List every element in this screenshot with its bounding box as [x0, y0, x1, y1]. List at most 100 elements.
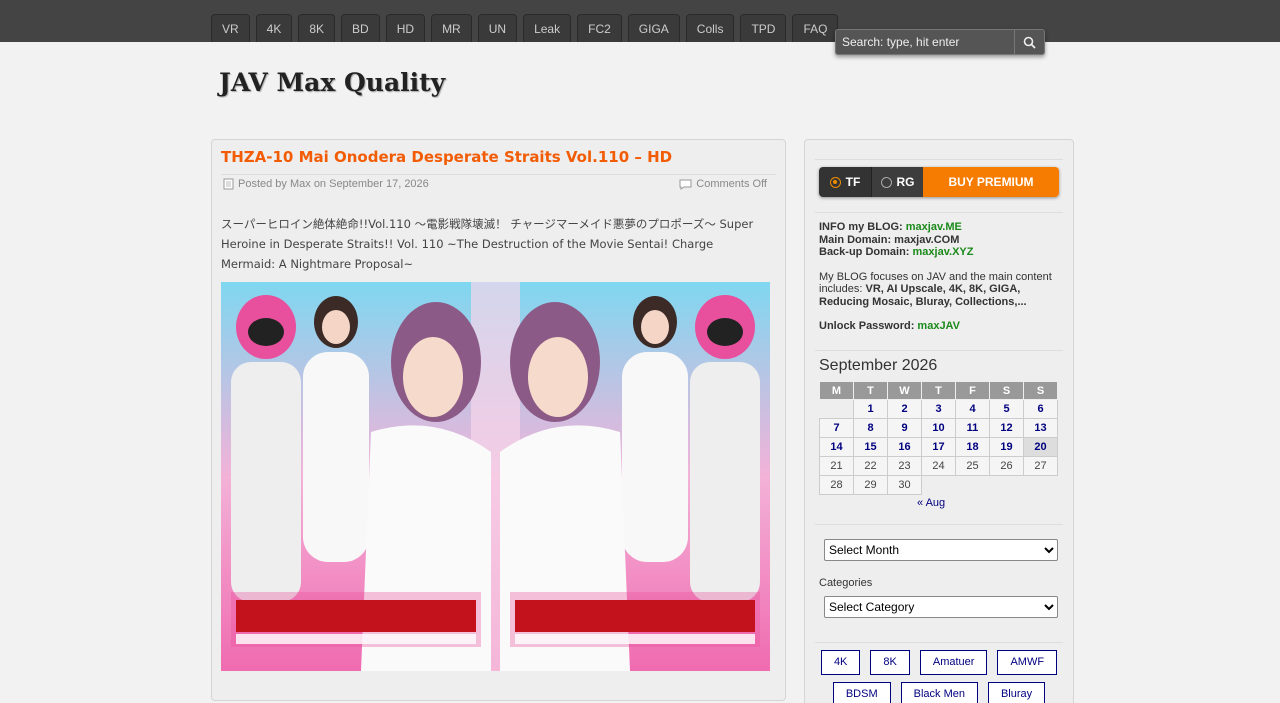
calendar-day[interactable]: 13 — [1023, 418, 1058, 438]
toggle-rg[interactable]: RG — [871, 167, 923, 197]
calendar-empty-cell — [956, 476, 990, 495]
calendar-day[interactable]: 11 — [955, 418, 990, 438]
server-toggle: TF RG BUY PREMIUM — [819, 167, 1059, 197]
radio-icon — [880, 176, 892, 188]
buy-premium-button[interactable]: BUY PREMIUM — [923, 167, 1059, 197]
calendar-day[interactable]: 8 — [853, 418, 888, 438]
comments-status: Comments Off — [696, 178, 767, 190]
calendar-day[interactable]: 3 — [921, 399, 956, 419]
calendar-day[interactable]: 19 — [989, 437, 1024, 457]
calendar-day[interactable]: 7 — [819, 418, 854, 438]
calendar-day[interactable]: 17 — [921, 437, 956, 457]
calendar-day[interactable]: 15 — [853, 437, 888, 457]
calendar-day[interactable]: 16 — [887, 437, 922, 457]
divider — [815, 642, 1063, 643]
blog-link[interactable]: maxjav.ME — [906, 221, 962, 233]
backup-label: Back-up Domain: — [819, 246, 913, 258]
document-icon — [223, 178, 234, 190]
post-card: THZA-10 Mai Onodera Desperate Straits Vo… — [211, 139, 786, 701]
nav-item-tpd[interactable]: TPD — [740, 14, 787, 42]
toggle-tf-label: TF — [845, 175, 861, 189]
calendar-day[interactable]: 14 — [819, 437, 854, 457]
nav-item-4k[interactable]: 4K — [255, 14, 293, 42]
calendar-day[interactable]: 6 — [1023, 399, 1058, 419]
calendar-day[interactable]: 9 — [887, 418, 922, 438]
divider — [815, 524, 1063, 525]
comment-icon — [679, 179, 692, 190]
cover-art — [221, 282, 770, 671]
categories-label: Categories — [819, 577, 873, 589]
tag-amatuer[interactable]: Amatuer — [919, 650, 988, 675]
calendar-weekday: S — [989, 381, 1024, 400]
nav-item-giga[interactable]: GIGA — [627, 14, 680, 42]
calendar-day: 26 — [989, 456, 1024, 476]
calendar-day: 23 — [887, 456, 922, 476]
calendar-day[interactable]: 4 — [955, 399, 990, 419]
site-title[interactable]: JAV Max Quality — [219, 68, 445, 97]
divider — [815, 350, 1063, 351]
nav-item-8k[interactable]: 8K — [298, 14, 336, 42]
calendar-weekday: T — [853, 381, 888, 400]
calendar-weekday: F — [955, 381, 990, 400]
radio-selected-icon — [829, 176, 841, 188]
search-button[interactable] — [1014, 30, 1044, 54]
calendar-prev-link[interactable]: « Aug — [917, 497, 945, 509]
tag-amwf[interactable]: AMWF — [997, 650, 1058, 675]
calendar-empty-cell — [990, 476, 1024, 495]
calendar-day: 24 — [921, 456, 956, 476]
tag-8k[interactable]: 8K — [870, 650, 910, 675]
calendar-title: September 2026 — [819, 357, 938, 374]
calendar-day[interactable]: 18 — [955, 437, 990, 457]
calendar-day[interactable]: 2 — [887, 399, 922, 419]
calendar-day[interactable]: 1 — [853, 399, 888, 419]
sidebar: TF RG BUY PREMIUM INFO my BLOG: maxjav.M… — [804, 139, 1074, 703]
main-nav: VR 4K 8K BD HD MR UN Leak FC2 GIGA Colls TPD FAQ — [211, 14, 839, 42]
main-domain: Main Domain: maxjav.COM — [819, 233, 960, 246]
category-select[interactable]: Select Category — [824, 596, 1058, 618]
nav-item-bd[interactable]: BD — [341, 14, 380, 42]
nav-item-mr[interactable]: MR — [431, 14, 472, 42]
nav-item-un[interactable]: UN — [477, 14, 518, 42]
nav-item-fc2[interactable]: FC2 — [577, 14, 622, 42]
calendar-weekday: S — [1023, 381, 1058, 400]
nav-item-colls[interactable]: Colls — [685, 14, 735, 42]
calendar-day[interactable]: 12 — [989, 418, 1024, 438]
post-meta: Posted by Max on September 17, 2026 — [223, 178, 429, 190]
archive-select[interactable]: Select Month — [824, 539, 1058, 561]
calendar-day: 30 — [887, 475, 922, 495]
calendar-day: 27 — [1023, 456, 1058, 476]
calendar-weekday: M — [819, 381, 854, 400]
calendar: MTWTFSS 1 2 3 4 5 6 7 8 9 10 11 12 13 14 15 16 17 18 19 20 2… — [819, 381, 1058, 495]
post-description: スーパーヒロイン絶体絶命!!Vol.110 ～電影戦隊壊滅！ チャージマーメイド… — [221, 217, 754, 271]
calendar-day[interactable]: 20 — [1023, 437, 1058, 457]
backup-link[interactable]: maxjav.XYZ — [913, 246, 974, 258]
tag-4k[interactable]: 4K — [820, 650, 861, 675]
calendar-day[interactable]: 10 — [921, 418, 956, 438]
unlock-label: Unlock Password: — [819, 320, 918, 332]
calendar-weekday: T — [921, 381, 956, 400]
nav-item-vr[interactable]: VR — [211, 14, 250, 42]
calendar-empty-cell — [1024, 476, 1058, 495]
divider — [221, 174, 776, 175]
calendar-day: 25 — [955, 456, 990, 476]
search-icon — [1023, 36, 1036, 49]
calendar-day[interactable]: 5 — [989, 399, 1024, 419]
toggle-rg-label: RG — [896, 175, 915, 189]
calendar-day: 22 — [853, 456, 888, 476]
post-title-link[interactable]: THZA-10 Mai Onodera Desperate Straits Vo… — [221, 148, 672, 166]
unlock-password: maxJAV — [917, 320, 961, 332]
nav-item-faq[interactable]: FAQ — [792, 14, 839, 42]
nav-item-leak[interactable]: Leak — [523, 14, 572, 42]
calendar-day: 28 — [819, 475, 854, 495]
toggle-tf[interactable]: TF — [819, 167, 871, 197]
nav-item-hd[interactable]: HD — [385, 14, 426, 42]
calendar-day: 21 — [819, 456, 854, 476]
calendar-day: 29 — [853, 475, 888, 495]
tag-black-men[interactable]: Black Men — [900, 682, 978, 703]
cover-image[interactable] — [221, 282, 770, 671]
tag-bdsm[interactable]: BDSM — [832, 682, 891, 703]
divider — [815, 212, 1063, 213]
search-input[interactable] — [836, 30, 1014, 54]
tag-cloud: 4K 8K Amatuer AMWF BDSM Black Men Bluray — [819, 650, 1059, 703]
tag-bluray[interactable]: Bluray — [987, 682, 1046, 703]
